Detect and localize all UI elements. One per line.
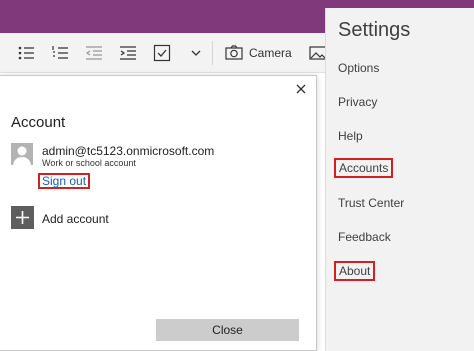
settings-item-help[interactable]: Help [338,129,363,143]
camera-icon[interactable] [224,43,244,63]
chevron-down-icon[interactable] [186,43,206,63]
settings-item-accounts[interactable]: Accounts [334,158,394,178]
settings-item-options[interactable]: Options [338,61,379,75]
account-type: Work or school account [42,158,136,168]
checkbox-tag-icon[interactable] [152,43,172,63]
add-account-label[interactable]: Add account [42,212,109,226]
account-dialog: Account admin@tc5123.onmicrosoft.com Wor… [0,75,317,351]
camera-label[interactable]: Camera [249,46,292,60]
close-button[interactable]: Close [156,319,299,341]
app-window: Camera Account admin@tc5123.onmicrosoft.… [0,0,474,351]
sign-out-link[interactable]: Sign out [38,173,91,189]
avatar [11,143,33,165]
ribbon-divider [212,41,213,65]
dialog-title: Account [11,114,66,131]
close-icon[interactable] [294,82,308,96]
settings-title: Settings [338,19,411,41]
numbered-list-icon[interactable] [50,43,70,63]
settings-item-feedback[interactable]: Feedback [338,230,391,244]
account-email: admin@tc5123.onmicrosoft.com [42,144,215,158]
settings-panel: Settings Options Privacy Help Accounts T… [325,8,474,351]
settings-item-about[interactable]: About [334,261,376,281]
settings-item-trust-center[interactable]: Trust Center [338,196,404,210]
settings-item-privacy[interactable]: Privacy [338,95,377,109]
add-account-button[interactable] [11,206,34,229]
bullet-list-icon[interactable] [16,43,36,63]
decrease-indent-icon[interactable] [84,43,104,63]
increase-indent-icon[interactable] [118,43,138,63]
